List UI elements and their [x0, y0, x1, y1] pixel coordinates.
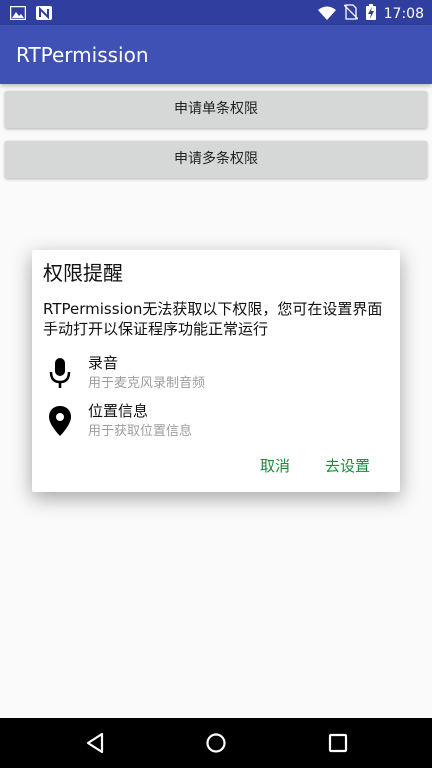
image-icon: [9, 5, 27, 24]
request-single-permission-button[interactable]: 申请单条权限: [5, 91, 427, 128]
clock: 17:08: [383, 5, 424, 22]
home-icon[interactable]: [205, 732, 227, 754]
microphone-icon: [46, 356, 74, 390]
request-multiple-permissions-button[interactable]: 申请多条权限: [5, 141, 427, 178]
dialog-message: RTPermission无法获取以下权限，您可在设置界面手动打开以保证程序功能正…: [43, 300, 383, 338]
no-sim-icon: [343, 4, 359, 24]
dialog-title: 权限提醒: [43, 261, 123, 285]
app-bar: RTPermission: [0, 25, 432, 84]
permission-name: 位置信息: [88, 402, 149, 420]
n-icon: [36, 5, 52, 24]
status-bar: 17:08: [0, 0, 432, 25]
back-icon[interactable]: [85, 732, 105, 754]
permission-dialog: 权限提醒 RTPermission无法获取以下权限，您可在设置界面手动打开以保证…: [32, 250, 400, 492]
permission-description: 用于麦克风录制音频: [88, 376, 206, 391]
permission-name: 录音: [88, 354, 119, 372]
navigation-bar: [0, 718, 432, 768]
go-to-settings-button[interactable]: 去设置: [325, 456, 370, 476]
permission-item-location: 位置信息 用于获取位置信息: [32, 400, 400, 444]
recents-icon[interactable]: [328, 733, 348, 753]
app-title: RTPermission: [16, 43, 149, 67]
location-pin-icon: [46, 404, 74, 438]
cancel-button[interactable]: 取消: [260, 456, 290, 476]
battery-charging-icon: [365, 4, 376, 24]
wifi-icon: [317, 5, 336, 24]
permission-item-audio: 录音 用于麦克风录制音频: [32, 352, 400, 396]
permission-description: 用于获取位置信息: [88, 424, 193, 439]
